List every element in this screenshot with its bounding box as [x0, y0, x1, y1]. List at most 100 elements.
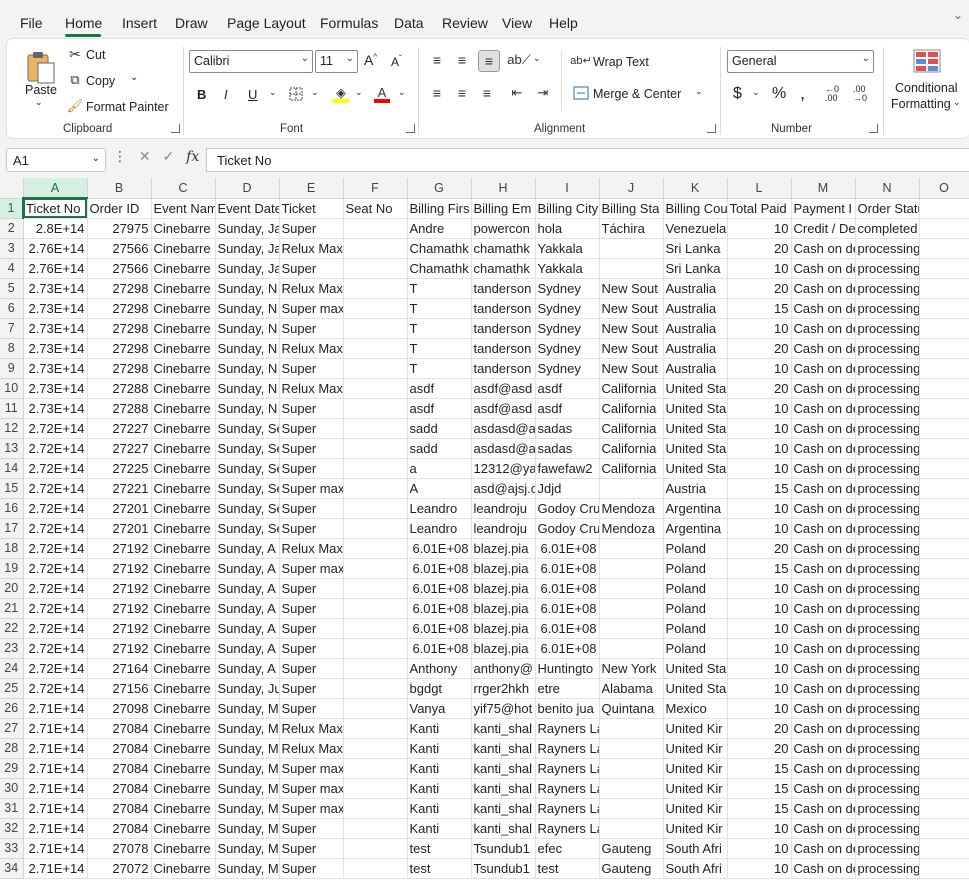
- cell-g17[interactable]: Leandro: [407, 518, 472, 539]
- cell-n24[interactable]: processing: [855, 658, 920, 679]
- cell-o29[interactable]: [919, 758, 969, 779]
- cell-o10[interactable]: [919, 378, 969, 399]
- cell-h12[interactable]: asdasd@a: [471, 418, 536, 439]
- cell-f15[interactable]: [343, 478, 408, 499]
- cell-d18[interactable]: Sunday, A: [215, 538, 280, 559]
- cell-o13[interactable]: [919, 438, 969, 459]
- cell-d1[interactable]: Event Date: [215, 198, 280, 219]
- cell-f21[interactable]: [343, 598, 408, 619]
- align-right-icon[interactable]: ≡: [478, 84, 496, 102]
- cell-g18[interactable]: 6.01E+08: [407, 538, 472, 559]
- cell-g29[interactable]: Kanti: [407, 758, 472, 779]
- column-header-o[interactable]: O: [919, 178, 969, 199]
- cell-j34[interactable]: Gauteng: [599, 858, 664, 879]
- cell-c12[interactable]: Cinebarre: [151, 418, 216, 439]
- cell-k14[interactable]: United Sta: [663, 458, 728, 479]
- cell-d4[interactable]: Sunday, Ja: [215, 258, 280, 279]
- cell-n8[interactable]: processing: [855, 338, 920, 359]
- cell-g5[interactable]: T: [407, 278, 472, 299]
- cell-j29[interactable]: [599, 758, 664, 779]
- cell-g12[interactable]: sadd: [407, 418, 472, 439]
- cell-m34[interactable]: Cash on de: [791, 858, 856, 879]
- cell-e26[interactable]: Super: [279, 698, 344, 719]
- row-header[interactable]: 13: [0, 438, 24, 459]
- cell-j28[interactable]: [599, 738, 664, 759]
- cell-j14[interactable]: California: [599, 458, 664, 479]
- row-header[interactable]: 9: [0, 358, 24, 379]
- cell-g22[interactable]: 6.01E+08: [407, 618, 472, 639]
- cell-j11[interactable]: California: [599, 398, 664, 419]
- cell-f26[interactable]: [343, 698, 408, 719]
- cell-g14[interactable]: a: [407, 458, 472, 479]
- cell-l23[interactable]: 10: [727, 638, 792, 659]
- row-header[interactable]: 7: [0, 318, 24, 339]
- cell-a23[interactable]: 2.72E+14: [23, 638, 88, 659]
- cell-l17[interactable]: 10: [727, 518, 792, 539]
- cell-d34[interactable]: Sunday, M: [215, 858, 280, 879]
- cell-o17[interactable]: [919, 518, 969, 539]
- cell-e4[interactable]: Super: [279, 258, 344, 279]
- row-header[interactable]: 20: [0, 578, 24, 599]
- cell-n4[interactable]: processing: [855, 258, 920, 279]
- cell-h1[interactable]: Billing Em: [471, 198, 536, 219]
- cell-o28[interactable]: [919, 738, 969, 759]
- cell-m10[interactable]: Cash on de: [791, 378, 856, 399]
- cell-e15[interactable]: Super max: [279, 478, 344, 499]
- cell-f28[interactable]: [343, 738, 408, 759]
- row-header[interactable]: 28: [0, 738, 24, 759]
- cell-a10[interactable]: 2.73E+14: [23, 378, 88, 399]
- cell-b3[interactable]: 27566: [87, 238, 152, 259]
- cell-b9[interactable]: 27298: [87, 358, 152, 379]
- wrap-text-button[interactable]: Wrap Text: [593, 55, 649, 69]
- decrease-indent-icon[interactable]: ⇤: [508, 84, 526, 102]
- row-header[interactable]: 12: [0, 418, 24, 439]
- column-header-l[interactable]: L: [727, 178, 792, 199]
- cell-d8[interactable]: Sunday, N: [215, 338, 280, 359]
- cell-a26[interactable]: 2.71E+14: [23, 698, 88, 719]
- cell-l1[interactable]: Total Paid: [727, 198, 792, 219]
- tab-review[interactable]: Review: [442, 15, 488, 31]
- cell-l27[interactable]: 20: [727, 718, 792, 739]
- cell-c15[interactable]: Cinebarre: [151, 478, 216, 499]
- merge-center-button[interactable]: Merge & Center: [593, 87, 681, 101]
- cell-g9[interactable]: T: [407, 358, 472, 379]
- cell-e9[interactable]: Super: [279, 358, 344, 379]
- cell-n2[interactable]: completed: [855, 218, 920, 239]
- cell-d20[interactable]: Sunday, A: [215, 578, 280, 599]
- cell-b31[interactable]: 27084: [87, 798, 152, 819]
- cell-g33[interactable]: test: [407, 838, 472, 859]
- cell-a20[interactable]: 2.72E+14: [23, 578, 88, 599]
- cell-f12[interactable]: [343, 418, 408, 439]
- cell-d22[interactable]: Sunday, A: [215, 618, 280, 639]
- cell-n30[interactable]: processing: [855, 778, 920, 799]
- copy-dropdown-icon[interactable]: ⌄: [130, 72, 138, 83]
- cell-a30[interactable]: 2.71E+14: [23, 778, 88, 799]
- cell-k13[interactable]: United Sta: [663, 438, 728, 459]
- cell-i20[interactable]: 6.01E+08: [535, 578, 600, 599]
- cell-f2[interactable]: [343, 218, 408, 239]
- row-header[interactable]: 10: [0, 378, 24, 399]
- cell-d27[interactable]: Sunday, M: [215, 718, 280, 739]
- cell-h6[interactable]: tanderson: [471, 298, 536, 319]
- cell-h15[interactable]: asd@ajsj.c: [471, 478, 536, 499]
- cell-m19[interactable]: Cash on de: [791, 558, 856, 579]
- row-header[interactable]: 8: [0, 338, 24, 359]
- cell-i2[interactable]: hola: [535, 218, 600, 239]
- cell-n3[interactable]: processing: [855, 238, 920, 259]
- cell-o25[interactable]: [919, 678, 969, 699]
- cell-k23[interactable]: Poland: [663, 638, 728, 659]
- cell-i32[interactable]: Rayners La: [535, 818, 600, 839]
- cell-f18[interactable]: [343, 538, 408, 559]
- font-name-select[interactable]: Calibri ⌄: [189, 50, 313, 73]
- cell-h3[interactable]: chamathk: [471, 238, 536, 259]
- cell-c31[interactable]: Cinebarre: [151, 798, 216, 819]
- cell-l11[interactable]: 10: [727, 398, 792, 419]
- cell-d9[interactable]: Sunday, N: [215, 358, 280, 379]
- cell-l30[interactable]: 15: [727, 778, 792, 799]
- cell-h32[interactable]: kanti_shal: [471, 818, 536, 839]
- borders-icon[interactable]: [287, 85, 305, 103]
- cell-j32[interactable]: [599, 818, 664, 839]
- cell-j17[interactable]: Mendoza: [599, 518, 664, 539]
- cell-e32[interactable]: Super: [279, 818, 344, 839]
- cell-i18[interactable]: 6.01E+08: [535, 538, 600, 559]
